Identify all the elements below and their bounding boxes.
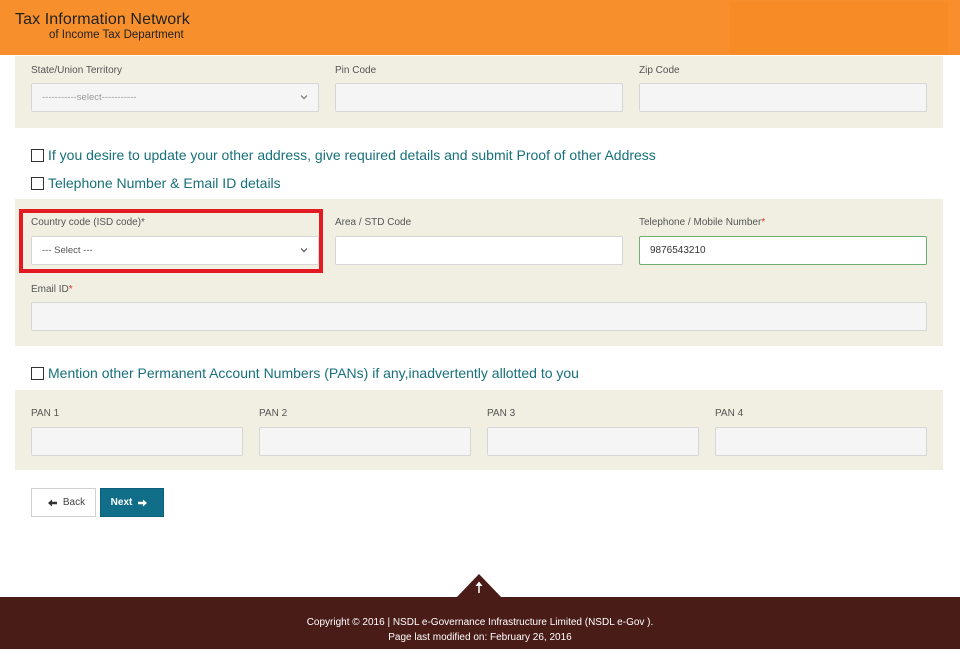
- email-label-text: Email ID: [31, 284, 69, 295]
- state-select-value: -----------select-----------: [42, 92, 137, 103]
- site-footer: Copyright © 2016 | NSDL e-Governance Inf…: [0, 597, 960, 649]
- other-address-row[interactable]: If you desire to update your other addre…: [31, 147, 656, 163]
- pan1-label: PAN 1: [31, 408, 60, 419]
- telephone-email-checkbox[interactable]: [31, 176, 44, 190]
- telephone-email-label[interactable]: Telephone Number & Email ID details: [48, 175, 281, 191]
- pin-label: Pin Code: [335, 65, 377, 76]
- logo-title: Tax Information Network: [15, 11, 190, 28]
- page: Tax Information Network of Income Tax De…: [0, 0, 960, 649]
- copyright-text: Copyright © 2016 | NSDL e-Governance Inf…: [306, 617, 654, 628]
- site-header: Tax Information Network of Income Tax De…: [0, 0, 960, 55]
- state-select[interactable]: -----------select-----------: [31, 83, 319, 112]
- zip-label: Zip Code: [639, 65, 680, 76]
- phone-label: Telephone / Mobile Number*: [639, 217, 765, 228]
- required-marker: *: [68, 284, 73, 295]
- other-address-checkbox[interactable]: [31, 148, 44, 162]
- pan2-label: PAN 2: [259, 408, 288, 419]
- next-button-label: Next: [110, 497, 133, 508]
- pan3-input[interactable]: [487, 427, 699, 456]
- other-pans-label[interactable]: Mention other Permanent Account Numbers …: [48, 365, 579, 381]
- next-button[interactable]: Next: [100, 488, 164, 517]
- back-button[interactable]: Back: [31, 488, 96, 517]
- email-label: Email ID*: [31, 284, 73, 295]
- area-code-input[interactable]: [335, 236, 623, 265]
- zip-input[interactable]: [639, 83, 927, 112]
- pan2-input[interactable]: [259, 427, 471, 456]
- pan3-label: PAN 3: [487, 408, 516, 419]
- footer-text: Copyright © 2016 | NSDL e-Governance Inf…: [0, 615, 960, 645]
- chevron-down-icon: [300, 95, 308, 100]
- required-marker: *: [761, 217, 766, 228]
- state-label: State/Union Territory: [31, 65, 122, 76]
- other-address-label[interactable]: If you desire to update your other addre…: [48, 147, 656, 163]
- site-logo[interactable]: Tax Information Network of Income Tax De…: [15, 11, 190, 42]
- pan4-label: PAN 4: [715, 408, 744, 419]
- pin-input[interactable]: [335, 83, 623, 112]
- other-pans-row[interactable]: Mention other Permanent Account Numbers …: [31, 365, 579, 381]
- area-code-label: Area / STD Code: [335, 217, 412, 228]
- header-banner: [730, 2, 948, 55]
- pan1-input[interactable]: [31, 427, 243, 456]
- phone-label-text: Telephone / Mobile Number: [639, 217, 762, 228]
- highlight-box: [19, 209, 323, 273]
- back-button-label: Back: [62, 497, 86, 508]
- pan4-input[interactable]: [715, 427, 927, 456]
- logo-subtitle: of Income Tax Department: [49, 29, 184, 41]
- email-input[interactable]: [31, 302, 927, 331]
- phone-input[interactable]: 9876543210: [639, 236, 927, 265]
- other-pans-checkbox[interactable]: [31, 366, 44, 380]
- scroll-to-top-button[interactable]: [456, 574, 502, 598]
- last-modified-text: Page last modified on: February 26, 2016: [388, 632, 572, 643]
- telephone-email-row[interactable]: Telephone Number & Email ID details: [31, 175, 281, 191]
- arrow-right-icon: [138, 499, 148, 506]
- arrow-left-icon: [47, 499, 57, 506]
